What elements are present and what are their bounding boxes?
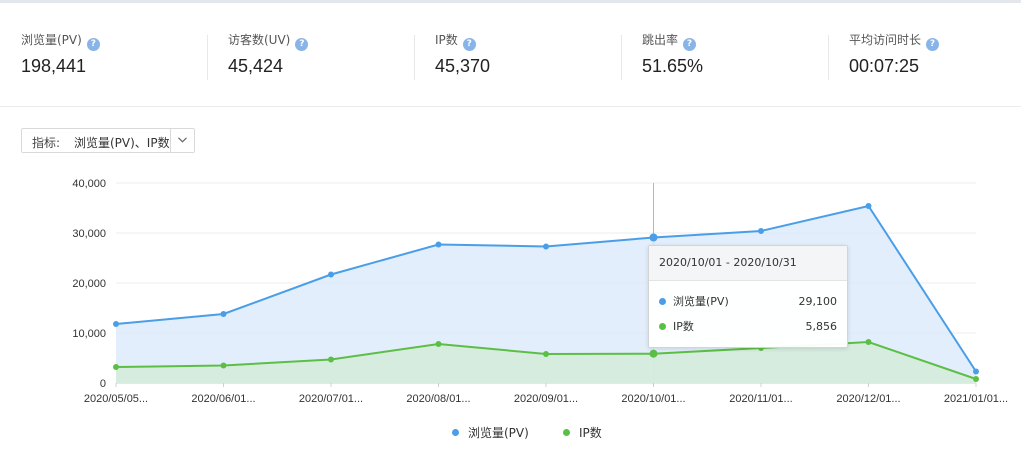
x-tick-label: 2021/01/01... xyxy=(944,393,1008,405)
stat-divider xyxy=(621,35,622,80)
pv-point xyxy=(649,233,658,242)
legend-item-ip[interactable]: IP数 xyxy=(563,424,602,440)
ip-point xyxy=(220,362,227,369)
tooltip-series-value: 29,100 xyxy=(798,295,838,308)
chart-tooltip: 2020/10/01 - 2020/10/31 浏览量(PV) 29,100 I… xyxy=(648,245,848,348)
help-icon[interactable]: ? xyxy=(295,38,309,51)
help-icon[interactable]: ? xyxy=(86,38,100,51)
y-tick-label: 10,000 xyxy=(72,328,106,340)
help-icon[interactable]: ? xyxy=(462,38,476,51)
metric-selector-value: 浏览量(PV)、IP数 xyxy=(74,136,170,150)
ip-point xyxy=(113,364,119,370)
pv-point xyxy=(973,368,979,375)
x-tick-label: 2020/09/01... xyxy=(514,393,578,405)
x-tick-label: 2020/05/05... xyxy=(84,393,148,405)
stat-uv: 访客数(UV)? 45,424 xyxy=(228,31,309,83)
y-tick-label: 40,000 xyxy=(72,178,106,190)
tooltip-row-pv: 浏览量(PV) 29,100 xyxy=(659,294,837,310)
stat-divider xyxy=(414,35,415,80)
stat-bounce-rate: 跳出率? 51.65% xyxy=(642,31,703,83)
ip-dot-icon xyxy=(563,429,570,436)
stat-value: 198,441 xyxy=(21,56,87,76)
x-tick-label: 2020/06/01... xyxy=(191,393,255,405)
x-tick-label: 2020/08/01... xyxy=(406,393,470,405)
chevron-down-icon xyxy=(178,137,187,143)
stat-value: 00:07:25 xyxy=(849,56,920,76)
stat-value: 45,370 xyxy=(435,56,491,76)
pv-point xyxy=(328,271,334,278)
stat-label: 浏览量(PV)? xyxy=(21,31,100,51)
y-tick-label: 20,000 xyxy=(72,278,106,290)
tooltip-title: 2020/10/01 - 2020/10/31 xyxy=(649,246,847,281)
stat-label: 平均访问时长? xyxy=(849,31,940,51)
stat-label: 跳出率? xyxy=(642,31,703,51)
stat-value: 45,424 xyxy=(228,56,284,76)
dropdown-toggle[interactable] xyxy=(170,129,194,152)
pv-point xyxy=(865,203,872,209)
tooltip-series-name: IP数 xyxy=(673,320,694,333)
stat-divider xyxy=(207,35,208,80)
legend-label: IP数 xyxy=(579,426,602,440)
ip-point xyxy=(435,341,442,347)
y-tick-label: 0 xyxy=(100,378,106,390)
ip-dot-icon xyxy=(659,323,666,330)
metric-selector-label: 指标: xyxy=(32,136,61,150)
trend-chart: 0 10,000 20,000 30,000 40,000 2020/05/05... 20… xyxy=(72,178,1008,405)
stat-divider xyxy=(828,35,829,80)
stat-label: IP数? xyxy=(435,31,490,51)
y-tick-label: 30,000 xyxy=(72,228,106,240)
x-tick-label: 2020/07/01... xyxy=(299,393,363,405)
ip-point xyxy=(865,339,872,345)
pv-point xyxy=(220,311,227,317)
tooltip-row-ip: IP数 5,856 xyxy=(659,319,837,335)
legend-label: 浏览量(PV) xyxy=(468,426,529,440)
pv-point xyxy=(113,321,119,327)
ip-point xyxy=(543,351,549,357)
x-tick-label: 2020/12/01... xyxy=(836,393,900,405)
legend-item-pv[interactable]: 浏览量(PV) xyxy=(452,424,529,440)
help-icon[interactable]: ? xyxy=(926,38,940,51)
help-icon[interactable]: ? xyxy=(683,38,697,51)
stats-bar: 浏览量(PV)? 198,441 访客数(UV)? 45,424 IP数? 45… xyxy=(0,3,1021,107)
pv-point xyxy=(435,241,442,248)
pv-dot-icon xyxy=(659,298,666,305)
ip-point xyxy=(649,349,658,358)
stat-ip: IP数? 45,370 xyxy=(435,31,490,83)
stat-value: 51.65% xyxy=(642,56,704,76)
x-tick-label: 2020/10/01... xyxy=(621,393,685,405)
ip-point xyxy=(328,356,334,363)
pv-dot-icon xyxy=(452,429,459,436)
stat-pv: 浏览量(PV)? 198,441 xyxy=(21,31,100,83)
stat-avg-duration: 平均访问时长? 00:07:25 xyxy=(849,31,940,83)
metric-selector[interactable]: 指标: 浏览量(PV)、IP数 xyxy=(21,128,195,153)
tooltip-series-value: 5,856 xyxy=(805,320,838,333)
tooltip-series-name: 浏览量(PV) xyxy=(673,295,729,308)
stat-label: 访客数(UV)? xyxy=(228,31,309,51)
pv-point xyxy=(543,243,549,250)
ip-point xyxy=(973,376,979,382)
x-tick-label: 2020/11/01... xyxy=(729,393,792,405)
pv-point xyxy=(758,228,764,234)
